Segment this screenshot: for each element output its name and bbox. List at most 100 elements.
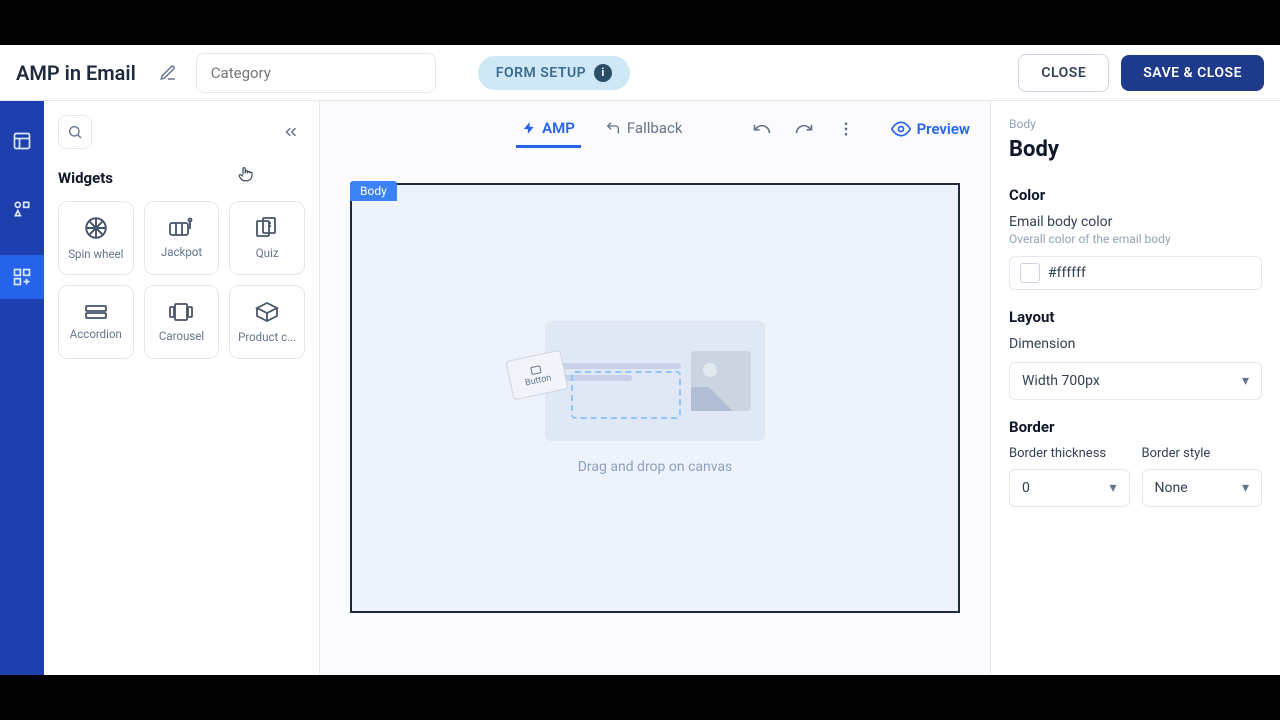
widgets-section-label: Widgets [58,169,305,187]
redo-icon [794,119,814,139]
rail-item-components[interactable] [0,187,44,231]
color-value: #ffffff [1048,265,1086,281]
widget-spin-wheel[interactable]: Spin wheel [58,201,134,275]
border-style-value: None [1155,480,1188,496]
edit-title-button[interactable] [152,57,184,89]
illus-drag-label: Button [524,373,552,388]
widget-accordion[interactable]: Accordion [58,285,134,359]
drop-text: Drag and drop on canvas [578,459,733,475]
main: Widgets Spin wheel Jackpot Quiz [0,101,1280,675]
color-swatch [1020,263,1040,283]
rail-item-layout[interactable] [0,119,44,163]
canvas-wrap: Body Button [320,157,990,675]
more-options-button[interactable] [829,112,863,146]
shapes-icon [12,199,32,219]
letterbox-top [0,0,1280,45]
left-panel: Widgets Spin wheel Jackpot Quiz [44,101,320,675]
widget-grid: Spin wheel Jackpot Quiz Accordion Carous… [58,201,305,359]
tab-fallback-label: Fallback [627,119,683,137]
dimension-select[interactable]: Width 700px ▾ [1009,362,1262,400]
product-icon [254,300,280,324]
eye-icon [891,119,911,139]
preview-button[interactable]: Preview [891,119,970,139]
letterbox-bottom [0,675,1280,720]
drop-illustration: Button [545,321,765,441]
illus-drop-zone [571,371,681,419]
widget-quiz[interactable]: Quiz [229,201,305,275]
carousel-icon [168,301,194,323]
pencil-icon [159,64,177,82]
image-placeholder-icon [691,351,751,411]
undo-button[interactable] [745,112,779,146]
topbar: AMP in Email FORM SETUP i CLOSE SAVE & C… [0,45,1280,101]
rail-item-widgets[interactable] [0,255,44,299]
canvas-tabs: AMP Fallback [516,111,688,148]
redo-button[interactable] [787,112,821,146]
collapse-panel-button[interactable] [277,118,305,146]
color-field-label: Email body color [1009,214,1262,230]
section-color: Color [1009,186,1262,204]
border-thickness-label: Border thickness [1009,446,1130,461]
widget-product-card[interactable]: Product c... [229,285,305,359]
jackpot-icon [168,217,194,239]
form-setup-label: FORM SETUP [496,65,586,81]
border-style-label: Border style [1142,446,1263,461]
layout-icon [12,131,32,151]
spin-wheel-icon [83,215,109,241]
more-vertical-icon [837,120,855,138]
canvas-column: AMP Fallback Pre [320,101,990,675]
widget-label: Product c... [238,330,296,344]
color-field-sub: Overall color of the email body [1009,232,1262,246]
inspector-title: Body [1009,137,1262,162]
vertical-rail [0,101,44,675]
search-icon [67,124,83,140]
breadcrumb: Body [1009,117,1262,131]
quiz-icon [254,216,280,240]
accordion-icon [83,303,109,321]
close-button[interactable]: CLOSE [1018,54,1109,92]
form-setup-button[interactable]: FORM SETUP i [478,56,630,90]
chevron-down-icon: ▾ [1109,480,1116,496]
section-border: Border [1009,418,1262,436]
section-layout: Layout [1009,308,1262,326]
canvas-toolbar: AMP Fallback Pre [320,101,990,157]
border-thickness-value: 0 [1022,480,1030,496]
cursor-indicator-icon [237,165,255,183]
bolt-icon [522,121,536,135]
border-style-select[interactable]: None ▾ [1142,469,1263,507]
widget-label: Quiz [256,246,279,260]
drop-hint: Button Drag and drop on canva [545,321,765,475]
info-icon: i [594,64,612,82]
border-thickness-select[interactable]: 0 ▾ [1009,469,1130,507]
chevrons-left-icon [282,123,300,141]
chevron-down-icon: ▾ [1242,373,1249,389]
left-panel-head [58,115,305,149]
tab-fallback[interactable]: Fallback [599,111,689,148]
preview-label: Preview [917,120,970,138]
save-and-close-button[interactable]: SAVE & CLOSE [1121,55,1264,91]
dimension-value: Width 700px [1022,373,1100,389]
widget-label: Carousel [159,329,204,343]
color-picker[interactable]: #ffffff [1009,256,1262,290]
tab-amp-label: AMP [542,119,575,137]
canvas-outer: Body Button [350,183,960,613]
border-row: Border thickness 0 ▾ Border style None ▾ [1009,446,1262,507]
widgets-section-text: Widgets [58,169,113,187]
app-root: AMP in Email FORM SETUP i CLOSE SAVE & C… [0,45,1280,675]
body-tag[interactable]: Body [350,181,397,201]
widget-jackpot[interactable]: Jackpot [144,201,220,275]
dimension-label: Dimension [1009,336,1262,352]
illus-line [559,363,681,369]
category-input[interactable] [196,53,436,93]
widget-carousel[interactable]: Carousel [144,285,220,359]
widgets-icon [12,267,32,287]
search-button[interactable] [58,115,92,149]
reply-icon [605,120,621,136]
undo-icon [752,119,772,139]
tab-amp[interactable]: AMP [516,111,581,148]
canvas-body[interactable]: Button Drag and drop on canva [350,183,960,613]
widget-label: Accordion [70,327,122,341]
chevron-down-icon: ▾ [1242,480,1249,496]
page-title: AMP in Email [16,61,136,85]
widget-label: Jackpot [161,245,202,259]
